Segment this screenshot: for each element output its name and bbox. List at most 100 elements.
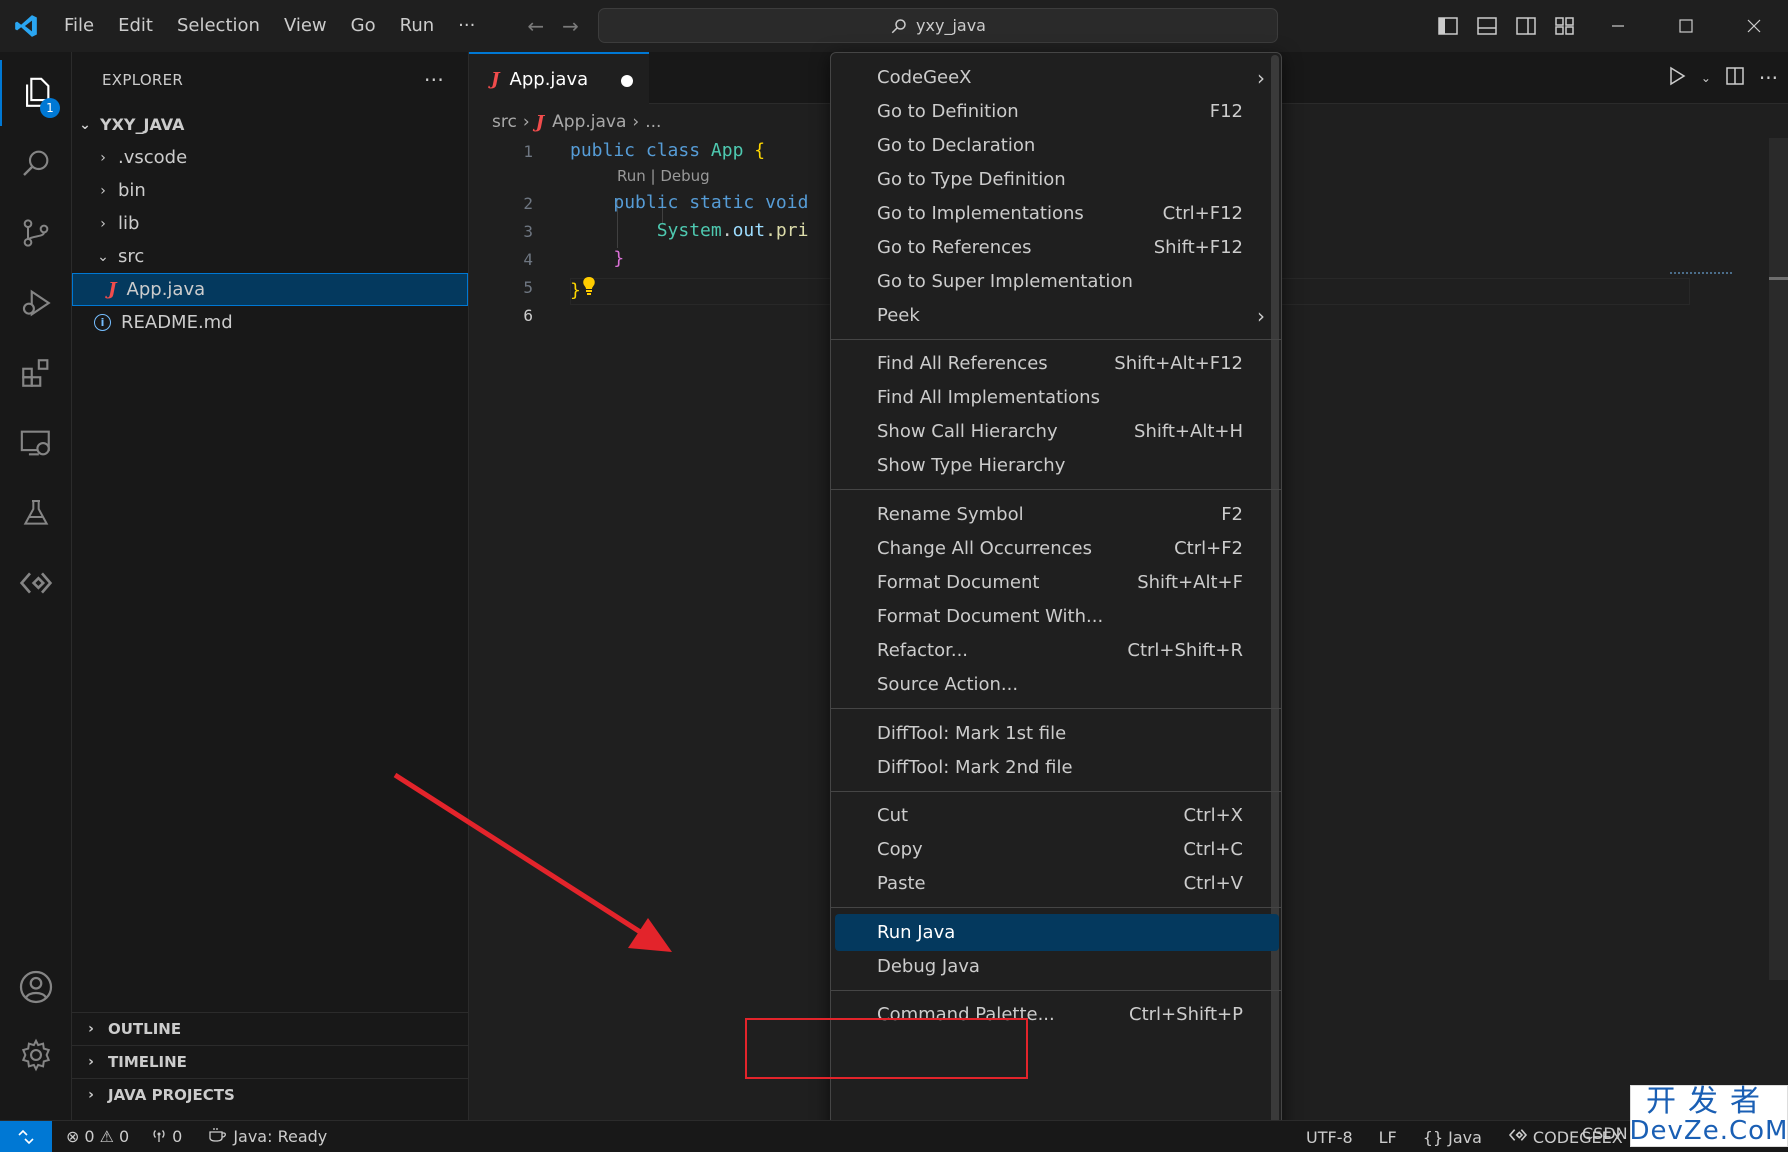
chevron-down-icon: ⌄ <box>97 248 109 265</box>
explorer-icon[interactable]: 1 <box>0 60 72 126</box>
problems-status[interactable]: ⊗ 0 ⚠ 0 <box>66 1127 129 1146</box>
chevron-right-icon: › <box>88 1021 94 1037</box>
tree-item-app-java[interactable]: J App.java <box>72 273 468 306</box>
tree-item-src[interactable]: ⌄ src <box>72 240 468 273</box>
menu-item-format-document-with[interactable]: Format Document With... <box>835 598 1279 635</box>
encoding-status[interactable]: UTF-8 <box>1306 1128 1353 1147</box>
menu-item-label: Show Call Hierarchy <box>877 421 1058 442</box>
breadcrumb-folder[interactable]: src <box>492 112 517 132</box>
run-and-debug-icon[interactable] <box>0 270 72 336</box>
breadcrumb-file[interactable]: App.java <box>552 112 626 132</box>
ports-status[interactable]: 0 <box>151 1127 182 1147</box>
menu-item-paste[interactable]: Paste Ctrl+V <box>835 865 1279 902</box>
menu-item-go-to-implementations[interactable]: Go to Implementations Ctrl+F12 <box>835 195 1279 232</box>
menu-view[interactable]: View <box>272 0 339 52</box>
minimap[interactable] <box>1670 272 1732 278</box>
extensions-icon[interactable] <box>0 340 72 406</box>
menu-item-go-to-declaration[interactable]: Go to Declaration <box>835 127 1279 164</box>
menu-item-copy[interactable]: Copy Ctrl+C <box>835 831 1279 868</box>
tree-item-bin[interactable]: › bin <box>72 174 468 207</box>
run-dropdown-chevron-icon[interactable]: ⌄ <box>1701 71 1711 85</box>
explorer-more-actions[interactable]: ··· <box>424 68 444 92</box>
customize-layout-icon[interactable] <box>1545 0 1584 52</box>
tree-item-vscode[interactable]: › .vscode <box>72 141 468 174</box>
tab-label: App.java <box>509 68 589 90</box>
editor-scrollbar[interactable] <box>1769 138 1788 980</box>
menu-item-shortcut: Shift+Alt+F <box>1137 572 1243 593</box>
tree-item-label: bin <box>118 180 146 201</box>
menu-item-find-all-implementations[interactable]: Find All Implementations <box>835 379 1279 416</box>
source-control-icon[interactable] <box>0 200 72 266</box>
menu-item-difftool-mark-2nd[interactable]: DiffTool: Mark 2nd file <box>835 749 1279 786</box>
menu-item-go-to-type-definition[interactable]: Go to Type Definition <box>835 161 1279 198</box>
menu-item-go-to-definition[interactable]: Go to Definition F12 <box>835 93 1279 130</box>
menu-item-format-document[interactable]: Format Document Shift+Alt+F <box>835 564 1279 601</box>
menu-item-run-java[interactable]: Run Java <box>835 914 1279 951</box>
eol-status[interactable]: LF <box>1379 1128 1397 1147</box>
menu-item-peek[interactable]: Peek › <box>835 297 1279 334</box>
remote-explorer-icon[interactable] <box>0 410 72 476</box>
toggle-primary-sidebar-icon[interactable] <box>1428 0 1467 52</box>
unsaved-dot-icon[interactable] <box>621 75 633 87</box>
menu-item-refactor[interactable]: Refactor... Ctrl+Shift+R <box>835 632 1279 669</box>
menu-selection[interactable]: Selection <box>165 0 272 52</box>
menu-edit[interactable]: Edit <box>106 0 165 52</box>
menu-item-go-to-super-implementation[interactable]: Go to Super Implementation <box>835 263 1279 300</box>
tree-item-label: README.md <box>121 312 233 333</box>
menu-item-difftool-mark-1st[interactable]: DiffTool: Mark 1st file <box>835 715 1279 752</box>
tree-item-label: src <box>118 246 145 267</box>
manage-gear-icon[interactable] <box>0 1022 72 1088</box>
breadcrumb-more[interactable]: ... <box>645 112 661 132</box>
run-play-icon[interactable] <box>1667 66 1687 91</box>
menu-item-debug-java[interactable]: Debug Java <box>835 948 1279 985</box>
codegeex-icon[interactable] <box>0 550 72 616</box>
menu-go[interactable]: Go <box>339 0 388 52</box>
menu-item-label: DiffTool: Mark 2nd file <box>877 757 1073 778</box>
section-java-projects[interactable]: › JAVA PROJECTS <box>72 1078 469 1111</box>
java-status[interactable]: Java: Ready <box>208 1127 327 1147</box>
close-window-icon[interactable] <box>1720 0 1788 52</box>
menu-run[interactable]: Run <box>388 0 447 52</box>
toggle-secondary-sidebar-icon[interactable] <box>1506 0 1545 52</box>
menu-item-find-all-references[interactable]: Find All References Shift+Alt+F12 <box>835 345 1279 382</box>
menu-more[interactable]: ··· <box>446 0 487 52</box>
menu-item-show-type-hierarchy[interactable]: Show Type Hierarchy <box>835 447 1279 484</box>
menu-item-shortcut: Shift+F12 <box>1153 237 1243 258</box>
section-outline[interactable]: › OUTLINE <box>72 1012 469 1045</box>
tree-item-lib[interactable]: › lib <box>72 207 468 240</box>
back-arrow-icon[interactable]: ← <box>527 14 544 38</box>
testing-flask-icon[interactable] <box>0 480 72 546</box>
maximize-icon[interactable] <box>1652 0 1720 52</box>
command-center-search[interactable]: yxy_java <box>598 8 1278 43</box>
minimize-icon[interactable] <box>1584 0 1652 52</box>
toggle-panel-icon[interactable] <box>1467 0 1506 52</box>
accounts-icon[interactable] <box>0 954 72 1020</box>
vscode-logo-icon <box>0 0 52 52</box>
tree-item-readme[interactable]: i README.md <box>72 306 468 339</box>
forward-arrow-icon[interactable]: → <box>562 14 579 38</box>
menu-item-show-call-hierarchy[interactable]: Show Call Hierarchy Shift+Alt+H <box>835 413 1279 450</box>
chevron-right-icon: › <box>100 182 106 199</box>
workspace-root-folder[interactable]: ⌄ YXY_JAVA <box>72 108 468 141</box>
menu-item-go-to-references[interactable]: Go to References Shift+F12 <box>835 229 1279 266</box>
remote-indicator-icon[interactable] <box>0 1120 52 1152</box>
split-editor-icon[interactable] <box>1725 66 1745 91</box>
menu-file[interactable]: File <box>52 0 106 52</box>
language-mode[interactable]: {} Java <box>1423 1128 1482 1147</box>
editor-more-icon[interactable]: ··· <box>1759 66 1778 90</box>
search-icon[interactable] <box>0 130 72 196</box>
menu-item-change-all-occurrences[interactable]: Change All Occurrences Ctrl+F2 <box>835 530 1279 567</box>
menu-item-codegeex[interactable]: CodeGeeX › <box>835 59 1279 96</box>
code-token: } <box>570 280 581 301</box>
menu-item-label: Cut <box>877 805 909 826</box>
line-number: 6 <box>523 306 533 325</box>
menu-item-source-action[interactable]: Source Action... <box>835 666 1279 703</box>
section-timeline[interactable]: › TIMELINE <box>72 1045 469 1078</box>
explorer-title: EXPLORER <box>102 71 184 89</box>
menu-item-cut[interactable]: Cut Ctrl+X <box>835 797 1279 834</box>
lightbulb-icon[interactable] <box>581 277 597 301</box>
tab-app-java[interactable]: J App.java <box>469 52 649 104</box>
menu-item-rename-symbol[interactable]: Rename Symbol F2 <box>835 496 1279 533</box>
java-file-icon: J <box>535 111 545 133</box>
codelens-run-debug[interactable]: Run | Debug <box>617 167 710 185</box>
